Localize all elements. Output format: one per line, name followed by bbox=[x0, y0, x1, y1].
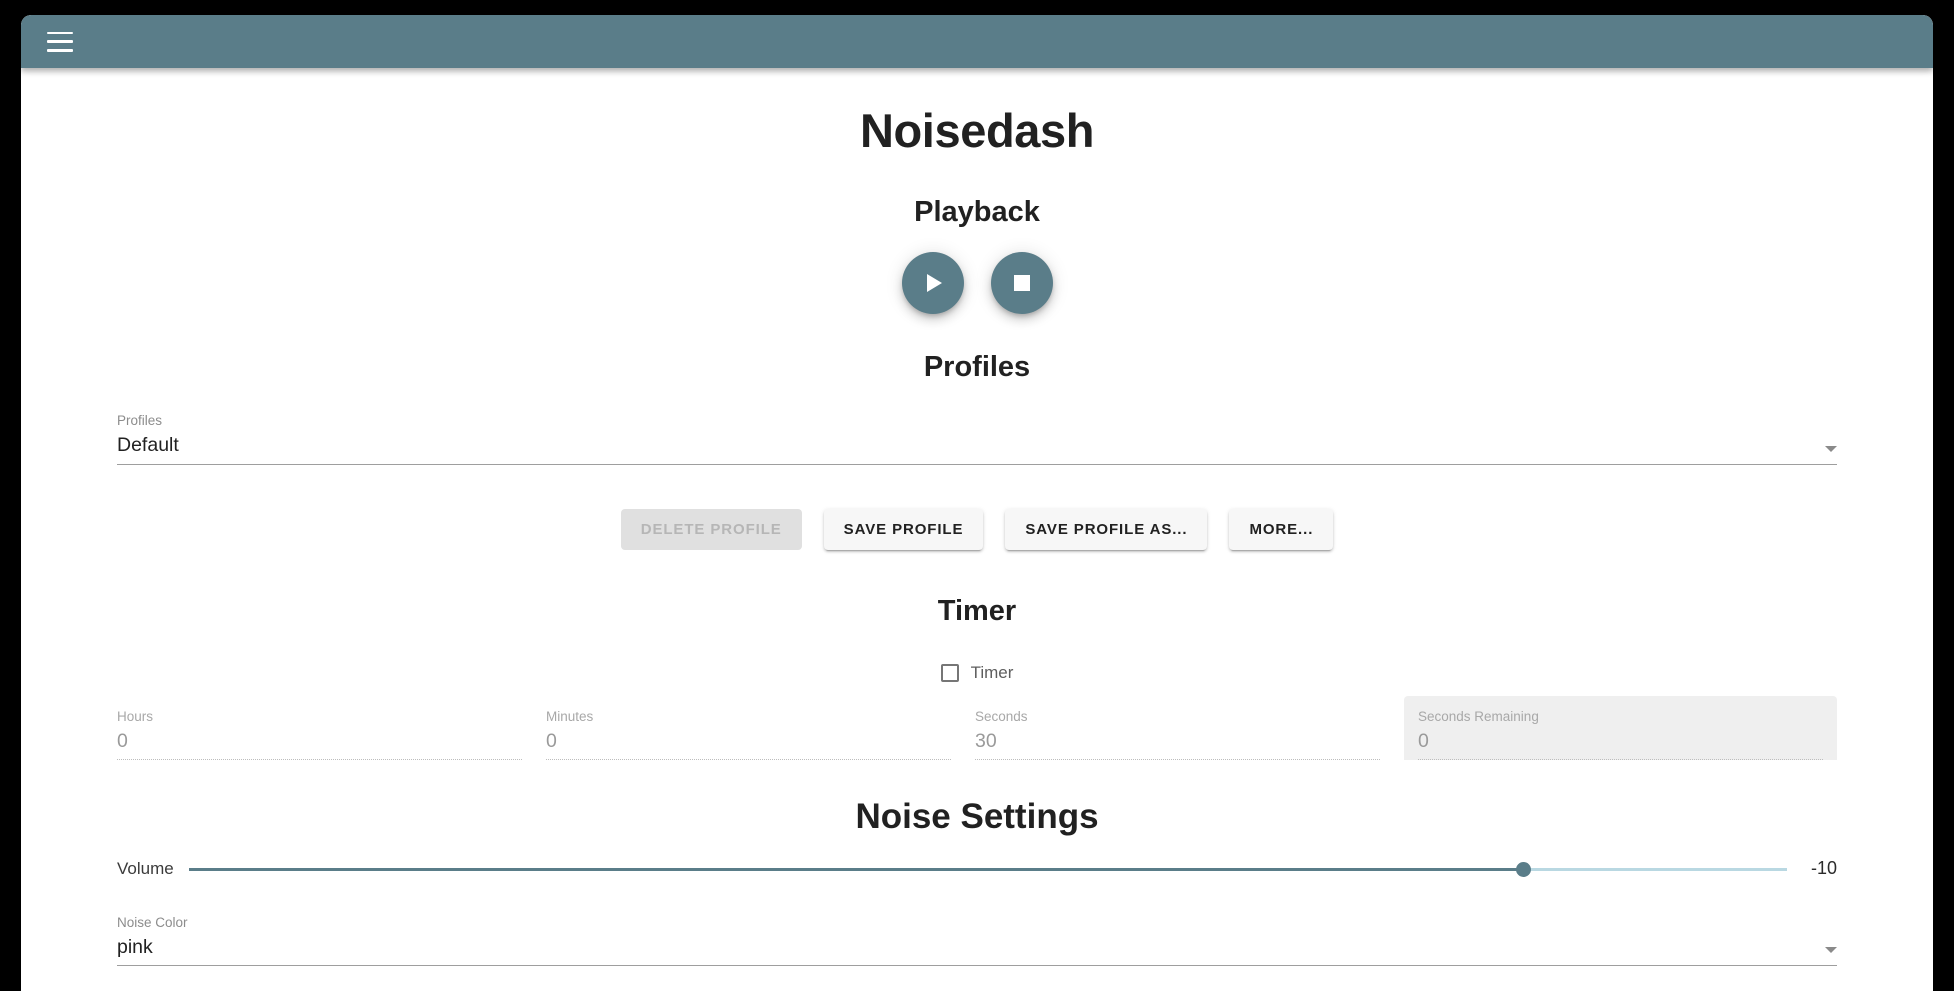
save-profile-button[interactable]: SAVE PROFILE bbox=[823, 508, 984, 550]
play-button[interactable] bbox=[901, 252, 964, 315]
profile-select-label: Profiles bbox=[117, 413, 163, 429]
noise-color-underline bbox=[117, 965, 1837, 967]
minutes-label: Minutes bbox=[546, 708, 594, 724]
noise-color-value: pink bbox=[117, 936, 153, 959]
page-title: Noisedash bbox=[859, 104, 1095, 157]
seconds-field[interactable]: Seconds 30 bbox=[975, 697, 1380, 760]
minutes-field[interactable]: Minutes 0 bbox=[546, 697, 951, 760]
chevron-down-icon[interactable] bbox=[1825, 947, 1837, 954]
profile-actions: DELETE PROFILE SAVE PROFILE SAVE PROFILE… bbox=[21, 508, 1933, 550]
hours-field-col: Hours 0 bbox=[117, 697, 522, 760]
seconds-remaining-field-col: Seconds Remaining 0 bbox=[1404, 695, 1837, 760]
hours-underline bbox=[117, 758, 522, 760]
noise-settings-section-heading: Noise Settings bbox=[855, 796, 1099, 836]
minutes-underline bbox=[546, 758, 951, 760]
stop-button[interactable] bbox=[990, 252, 1053, 315]
minutes-value: 0 bbox=[546, 729, 557, 752]
seconds-field-col: Seconds 30 bbox=[975, 697, 1380, 760]
screenshot-viewport: Noisedash Playback Profiles Profiles Def… bbox=[0, 0, 1954, 991]
save-profile-as-button[interactable]: SAVE PROFILE AS... bbox=[1005, 508, 1208, 550]
hours-value: 0 bbox=[117, 729, 128, 752]
page-content: Noisedash Playback Profiles Profiles Def… bbox=[21, 68, 1933, 991]
timer-checkbox-row[interactable]: Timer bbox=[21, 663, 1933, 683]
minutes-field-col: Minutes 0 bbox=[546, 697, 951, 760]
volume-slider-thumb[interactable] bbox=[1515, 861, 1531, 877]
profile-select-value: Default bbox=[117, 434, 179, 457]
hamburger-bar-1 bbox=[47, 31, 73, 34]
app-bar bbox=[21, 15, 1933, 68]
hamburger-menu-icon[interactable] bbox=[43, 28, 77, 56]
seconds-value: 30 bbox=[975, 729, 997, 752]
profiles-section-heading: Profiles bbox=[923, 351, 1031, 384]
seconds-remaining-field: Seconds Remaining 0 bbox=[1418, 705, 1823, 760]
volume-label: Volume bbox=[117, 858, 174, 878]
chevron-down-icon[interactable] bbox=[1825, 445, 1837, 452]
timer-checkbox-label: Timer bbox=[970, 662, 1014, 682]
play-icon bbox=[927, 274, 942, 293]
seconds-underline bbox=[975, 758, 1380, 760]
noise-color-label: Noise Color bbox=[117, 914, 188, 930]
seconds-remaining-underline bbox=[1418, 758, 1823, 760]
hamburger-bar-3 bbox=[47, 49, 73, 52]
profile-select-underline bbox=[117, 463, 1837, 465]
volume-slider[interactable] bbox=[189, 858, 1787, 880]
app-window: Noisedash Playback Profiles Profiles Def… bbox=[21, 15, 1933, 991]
playback-controls bbox=[21, 252, 1933, 315]
hamburger-bar-2 bbox=[47, 40, 73, 43]
hours-field[interactable]: Hours 0 bbox=[117, 697, 522, 760]
seconds-label: Seconds bbox=[975, 708, 1028, 724]
playback-section-heading: Playback bbox=[914, 195, 1040, 228]
volume-slider-row: Volume -10 bbox=[21, 858, 1933, 880]
profile-select[interactable]: Profiles Default bbox=[117, 401, 1837, 465]
noise-color-select[interactable]: Noise Color pink bbox=[117, 903, 1837, 967]
profiles-field-row: Profiles Default bbox=[21, 401, 1933, 465]
volume-value: -10 bbox=[1810, 858, 1837, 879]
seconds-remaining-label: Seconds Remaining bbox=[1418, 708, 1539, 724]
timer-checkbox[interactable] bbox=[940, 663, 959, 682]
more-button[interactable]: MORE... bbox=[1229, 508, 1334, 550]
noise-color-field-row: Noise Color pink bbox=[21, 903, 1933, 967]
seconds-remaining-value: 0 bbox=[1418, 729, 1429, 752]
delete-profile-button[interactable]: DELETE PROFILE bbox=[620, 508, 802, 550]
hours-label: Hours bbox=[117, 708, 154, 724]
timer-section-heading: Timer bbox=[937, 594, 1017, 627]
timer-fields-row: Hours 0 Minutes 0 Seconds 30 Seconds Rem… bbox=[21, 695, 1933, 760]
stop-icon bbox=[1013, 275, 1030, 292]
volume-slider-fill bbox=[189, 867, 1524, 871]
